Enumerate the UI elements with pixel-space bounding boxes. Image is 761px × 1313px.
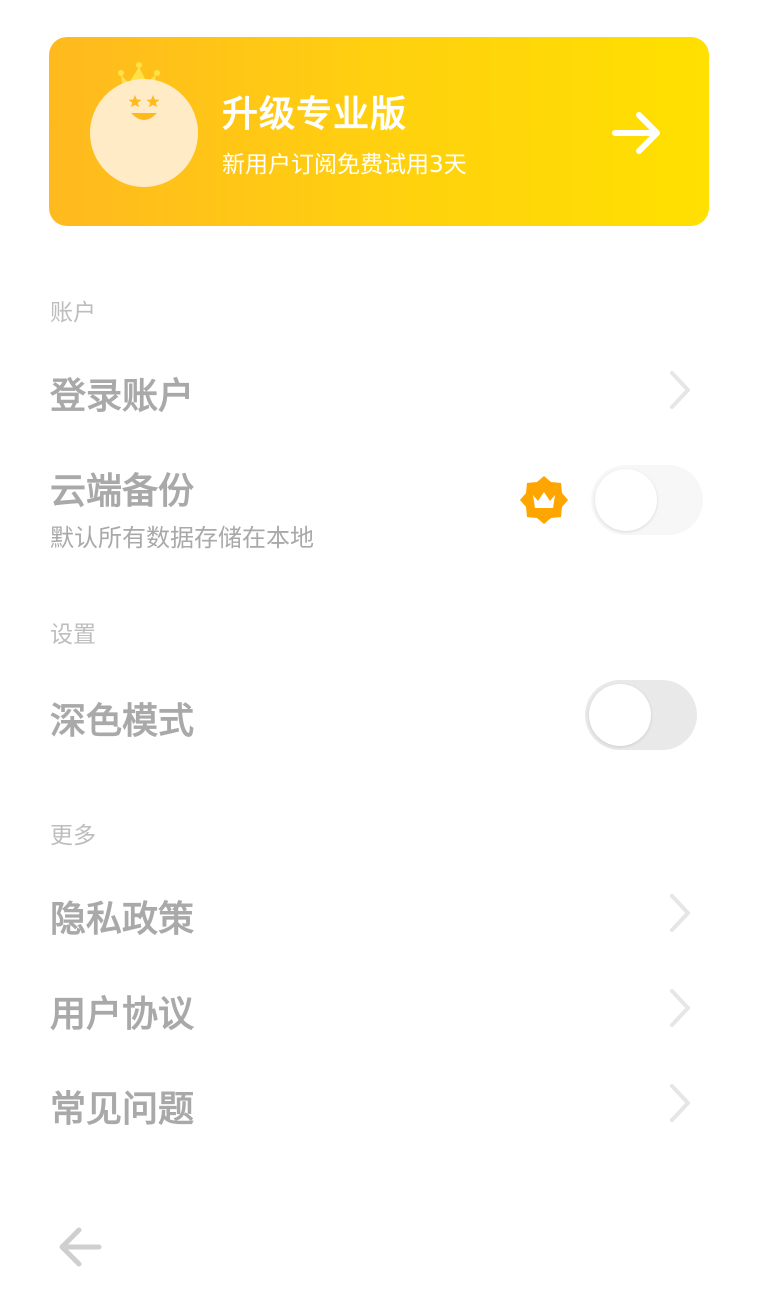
upgrade-pro-banner[interactable]: 升级专业版 新用户订阅免费试用3天 [49, 37, 709, 226]
upgrade-title: 升级专业版 [222, 94, 408, 135]
upgrade-subtitle: 新用户订阅免费试用3天 [222, 152, 467, 178]
chevron-right-icon [670, 894, 690, 932]
login-account-label: 登录账户 [50, 376, 195, 417]
section-label-settings: 设置 [50, 622, 96, 648]
dark-mode-label: 深色模式 [50, 701, 195, 742]
dark-mode-row: 深色模式 [0, 680, 761, 750]
user-agreement-row[interactable]: 用户协议 [0, 973, 761, 1043]
chevron-right-icon [670, 989, 690, 1027]
arrow-right-icon[interactable] [609, 105, 665, 161]
login-account-row[interactable]: 登录账户 [0, 355, 761, 425]
cloud-backup-label: 云端备份 [50, 471, 195, 512]
section-label-account: 账户 [50, 300, 96, 326]
privacy-policy-label: 隐私政策 [50, 899, 195, 940]
chevron-right-icon [670, 1084, 690, 1122]
cloud-backup-toggle[interactable] [591, 465, 703, 535]
cloud-backup-row: 云端备份 默认所有数据存储在本地 [0, 450, 761, 560]
arrow-left-icon[interactable] [55, 1222, 105, 1272]
toggle-knob [595, 469, 657, 531]
cloud-backup-description: 默认所有数据存储在本地 [50, 524, 314, 552]
privacy-policy-row[interactable]: 隐私政策 [0, 878, 761, 948]
faq-label: 常见问题 [50, 1089, 195, 1130]
faq-row[interactable]: 常见问题 [0, 1068, 761, 1138]
chevron-right-icon [670, 371, 690, 409]
user-agreement-label: 用户协议 [50, 994, 195, 1035]
dark-mode-toggle[interactable] [585, 680, 697, 750]
section-label-more: 更多 [50, 823, 96, 849]
toggle-knob [589, 684, 651, 746]
crown-badge-icon [520, 476, 568, 524]
mascot-crown-icon [90, 62, 198, 187]
